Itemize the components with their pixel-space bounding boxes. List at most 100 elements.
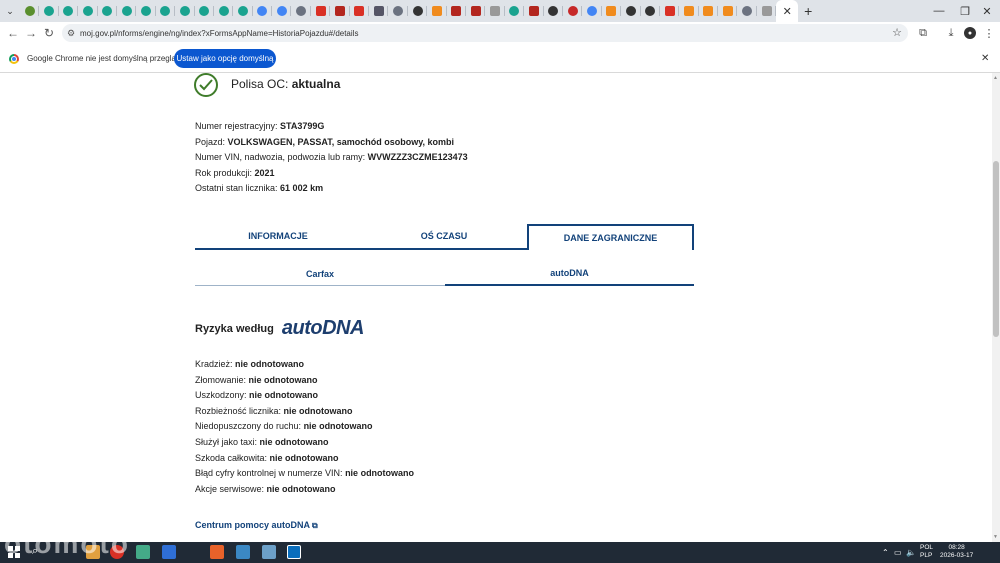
browser-tab[interactable] [737, 0, 758, 22]
close-tab-icon[interactable]: ✕ [783, 5, 792, 18]
app-icon[interactable] [162, 545, 176, 559]
detail-label: Ostatni stan licznika: [195, 183, 281, 194]
browser-tab[interactable] [718, 0, 738, 22]
browser-tab[interactable] [195, 0, 215, 22]
clock[interactable]: 08:28 2026-03-17 [940, 544, 973, 560]
autodna-help-link[interactable]: Centrum pomocy autoDNA ⧉ [195, 520, 318, 531]
language-indicator[interactable]: POL PLP [920, 544, 933, 560]
browser-tab[interactable] [98, 0, 118, 22]
risk-label: Uszkodzony: [195, 390, 250, 401]
site-info-icon[interactable]: ⚙ [62, 28, 80, 39]
app-icon-active[interactable] [287, 545, 301, 559]
teal-icon [509, 6, 520, 16]
browser-tab[interactable] [272, 0, 292, 22]
browser-tab[interactable] [233, 0, 254, 22]
browser-tab[interactable] [447, 0, 467, 22]
chrome-icon [393, 6, 404, 16]
browser-tab[interactable] [621, 0, 641, 22]
help-link-text[interactable]: Centrum pomocy autoDNA [195, 520, 310, 530]
detail-row: Numer VIN, nadwozia, podwozia lub ramy: … [195, 150, 468, 166]
address-bar[interactable]: ⚙ moj.gov.pl/nforms/engine/ng/index?xFor… [62, 24, 908, 42]
app-icon-blue[interactable] [236, 545, 250, 559]
downloads-icon[interactable]: ⤓ [942, 22, 960, 44]
browser-tab[interactable] [699, 0, 719, 22]
chrome-taskbar-icon[interactable] [136, 545, 150, 559]
browser-tab[interactable] [602, 0, 622, 22]
tab-autodna[interactable]: autoDNA [445, 262, 694, 286]
browser-tab[interactable] [505, 0, 525, 22]
browser-tab[interactable] [350, 0, 370, 22]
risk-value: nie odnotowano [303, 421, 373, 432]
risk-row: Służył jako taxi: nie odnotowano [195, 435, 414, 451]
browser-tab[interactable] [757, 0, 777, 22]
browser-tab[interactable] [582, 0, 603, 22]
minimize-button[interactable]: — [926, 0, 952, 22]
browser-tab[interactable] [214, 0, 234, 22]
browser-tab[interactable] [388, 0, 409, 22]
browser-menu-icon[interactable]: ⋮ [980, 22, 998, 44]
detail-row: Pojazd: VOLKSWAGEN, PASSAT, samochód oso… [195, 135, 468, 151]
browser-tab[interactable] [39, 0, 60, 22]
app-icon-grey[interactable] [262, 545, 276, 559]
active-tab[interactable]: ✕ [776, 0, 799, 22]
page-scrollbar[interactable]: ▲ ▼ [992, 73, 1000, 542]
network-icon[interactable]: ▭ [894, 542, 902, 563]
scroll-down-icon[interactable]: ▼ [993, 534, 998, 540]
detail-value: VOLKSWAGEN, PASSAT, samochód osobowy, ko… [227, 136, 455, 147]
teal-icon [218, 6, 229, 16]
tab-informacje[interactable]: INFORMACJE [195, 224, 361, 250]
tab-os-czasu[interactable]: OŚ CZASU [361, 224, 527, 250]
browser-tab[interactable] [78, 0, 98, 22]
risks-header: Ryzyka według autoDNA [195, 317, 364, 340]
scroll-up-icon[interactable]: ▲ [993, 75, 998, 81]
browser-tab[interactable] [408, 0, 428, 22]
tab-carfax[interactable]: Carfax [195, 262, 445, 286]
browser-tab[interactable] [427, 0, 447, 22]
reload-icon[interactable]: ↻ [40, 22, 58, 44]
browser-tab[interactable] [660, 0, 680, 22]
browser-tab[interactable] [291, 0, 312, 22]
volume-icon[interactable]: 🔈 [906, 542, 916, 563]
browser-tab[interactable] [253, 0, 273, 22]
browser-tab[interactable] [175, 0, 195, 22]
bookmark-star-icon[interactable]: ☆ [892, 26, 902, 39]
grey-icon [490, 6, 501, 16]
browser-tab[interactable] [679, 0, 700, 22]
browser-tab[interactable] [466, 0, 486, 22]
browser-tab[interactable] [59, 0, 79, 22]
back-icon[interactable]: ← [4, 22, 22, 44]
browser-tab[interactable] [563, 0, 583, 22]
browser-tab[interactable] [369, 0, 389, 22]
browser-tab[interactable] [330, 0, 351, 22]
gmail-icon [315, 6, 326, 16]
scroll-thumb[interactable] [993, 161, 999, 337]
risk-value: nie odnotowano [259, 436, 329, 447]
browser-tab[interactable] [20, 0, 40, 22]
chrome-icon [742, 6, 753, 16]
policy-label: Polisa OC: [231, 77, 292, 91]
tab-search-menu-icon[interactable]: ⌄ [0, 0, 20, 22]
tray-chevron-icon[interactable]: ⌃ [882, 542, 889, 563]
browser-tab[interactable] [544, 0, 564, 22]
teal-icon [237, 6, 248, 16]
detail-label: Numer VIN, nadwozia, podwozia lub ramy: [195, 152, 368, 163]
new-tab-button[interactable]: + [798, 0, 818, 22]
infobar-close-icon[interactable]: ✕ [981, 53, 989, 64]
forward-icon[interactable]: → [22, 22, 40, 44]
browser-tab[interactable] [311, 0, 331, 22]
browser-tab[interactable] [136, 0, 157, 22]
set-default-button[interactable]: Ustaw jako opcję domyślną [174, 49, 276, 68]
browser-tab[interactable] [524, 0, 544, 22]
teal-icon [44, 6, 55, 16]
close-window-button[interactable]: ✕ [974, 0, 1000, 22]
profile-avatar[interactable]: ● [964, 27, 976, 39]
risk-label: Akcje serwisowe: [195, 483, 267, 494]
extensions-icon[interactable]: ⧉ [914, 22, 932, 44]
url-text[interactable]: moj.gov.pl/nforms/engine/ng/index?xForms… [80, 29, 358, 38]
browser-tab[interactable] [156, 0, 176, 22]
browser-tab[interactable] [641, 0, 661, 22]
app-icon-orange[interactable] [210, 545, 224, 559]
browser-tab[interactable] [117, 0, 137, 22]
browser-tab[interactable] [485, 0, 506, 22]
tab-dane-zagraniczne[interactable]: DANE ZAGRANICZNE [527, 224, 694, 250]
